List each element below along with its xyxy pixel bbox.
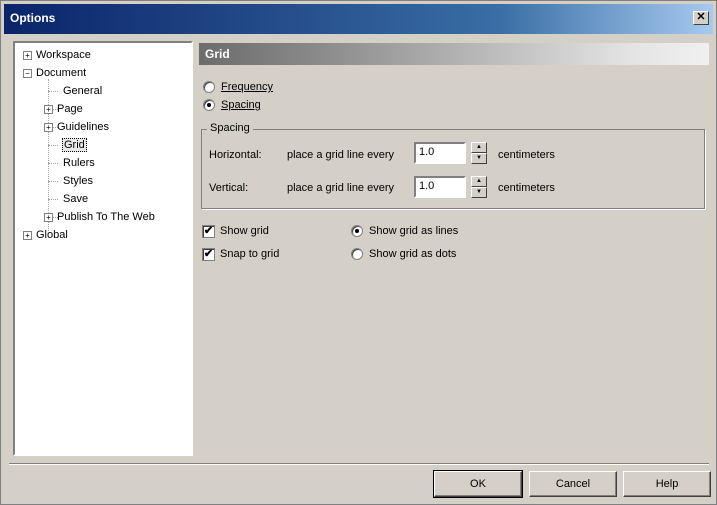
tree-item-save[interactable]: Save	[63, 191, 88, 207]
tree-item-grid[interactable]: Grid	[62, 137, 87, 153]
horizontal-spinner[interactable]: ▲ ▼	[471, 142, 487, 164]
tree-item-label: Workspace	[36, 49, 91, 61]
spacing-group-title: Spacing	[207, 122, 253, 134]
show-grid-checkbox[interactable]: ✔	[202, 225, 215, 238]
expand-icon[interactable]: +	[44, 104, 53, 114]
tree-connector	[48, 145, 58, 146]
tree-connector	[48, 163, 58, 164]
tree-connector	[48, 181, 58, 182]
show-grid-label[interactable]: Show grid	[220, 225, 269, 237]
spacing-radio[interactable]	[203, 99, 215, 111]
vertical-unit: centimeters	[498, 182, 555, 194]
spacing-label[interactable]: Spacing	[221, 99, 261, 111]
frequency-label[interactable]: Frequency	[221, 81, 273, 93]
horizontal-label: Horizontal:	[209, 149, 262, 161]
expand-icon[interactable]: +	[44, 212, 53, 222]
close-icon: ✕	[696, 11, 706, 23]
tree-item-label: Page	[57, 103, 83, 115]
tree-item-label: Guidelines	[57, 121, 109, 133]
window-title: Options	[10, 11, 56, 25]
frequency-radio[interactable]	[203, 81, 215, 93]
tree-item-label: Rulers	[63, 157, 95, 169]
options-tree[interactable]: + Workspace − Document General + Page + Guid…	[13, 41, 193, 456]
tree-item-label: Document	[36, 67, 87, 79]
spin-up-icon[interactable]: ▲	[471, 176, 487, 187]
tree-connector	[48, 91, 58, 92]
snap-to-grid-checkbox[interactable]: ✔	[202, 248, 215, 261]
expand-icon[interactable]: +	[23, 230, 32, 240]
spin-down-icon[interactable]: ▼	[471, 153, 487, 164]
tree-item-label: Styles	[63, 175, 93, 187]
tree-item-styles[interactable]: Styles	[63, 173, 93, 189]
tree-item-label: Grid	[62, 138, 87, 152]
tree-item-guidelines[interactable]: + Guidelines	[44, 119, 109, 135]
show-grid-as-dots-label[interactable]: Show grid as dots	[369, 248, 456, 260]
expand-icon[interactable]: +	[44, 122, 53, 132]
tree-item-workspace[interactable]: + Workspace	[23, 47, 91, 63]
title-bar[interactable]: Options ✕	[4, 4, 713, 34]
section-header: Grid	[199, 43, 709, 65]
tree-item-rulers[interactable]: Rulers	[63, 155, 95, 171]
snap-to-grid-label[interactable]: Snap to grid	[220, 248, 279, 260]
vertical-spinner[interactable]: ▲ ▼	[471, 176, 487, 198]
expand-icon[interactable]: +	[23, 50, 32, 60]
tree-item-label: General	[63, 85, 103, 97]
help-button[interactable]: Help	[623, 471, 711, 497]
cancel-button[interactable]: Cancel	[529, 471, 617, 497]
footer-divider	[9, 463, 709, 465]
tree-item-page[interactable]: + Page	[44, 101, 83, 117]
vertical-label: Vertical:	[209, 182, 249, 194]
ok-button[interactable]: OK	[433, 470, 523, 498]
spin-up-icon[interactable]: ▲	[471, 142, 487, 153]
horizontal-unit: centimeters	[498, 149, 555, 161]
section-title: Grid	[205, 47, 230, 61]
tree-item-general[interactable]: General	[63, 83, 102, 99]
tree-item-global[interactable]: + Global	[23, 227, 68, 243]
collapse-icon[interactable]: −	[23, 68, 32, 78]
tree-item-document[interactable]: − Document	[23, 65, 86, 81]
tree-connector	[48, 199, 58, 200]
tree-item-publish-to-the-web[interactable]: + Publish To The Web	[44, 209, 155, 225]
horizontal-place-text: place a grid line every	[287, 149, 395, 161]
options-dialog: Options ✕ + Workspace − Document General +…	[0, 0, 717, 505]
tree-item-label: Save	[63, 193, 89, 205]
tree-item-label: Global	[36, 229, 68, 241]
spin-down-icon[interactable]: ▼	[471, 187, 487, 198]
show-grid-as-lines-label[interactable]: Show grid as lines	[369, 225, 458, 237]
vertical-spacing-input[interactable]: 1.0	[414, 176, 466, 198]
show-grid-as-lines-radio[interactable]	[351, 225, 363, 237]
close-button[interactable]: ✕	[693, 11, 709, 25]
show-grid-as-dots-radio[interactable]	[351, 248, 363, 260]
vertical-place-text: place a grid line every	[287, 182, 395, 194]
horizontal-spacing-input[interactable]: 1.0	[414, 142, 466, 164]
tree-item-label: Publish To The Web	[57, 211, 155, 223]
